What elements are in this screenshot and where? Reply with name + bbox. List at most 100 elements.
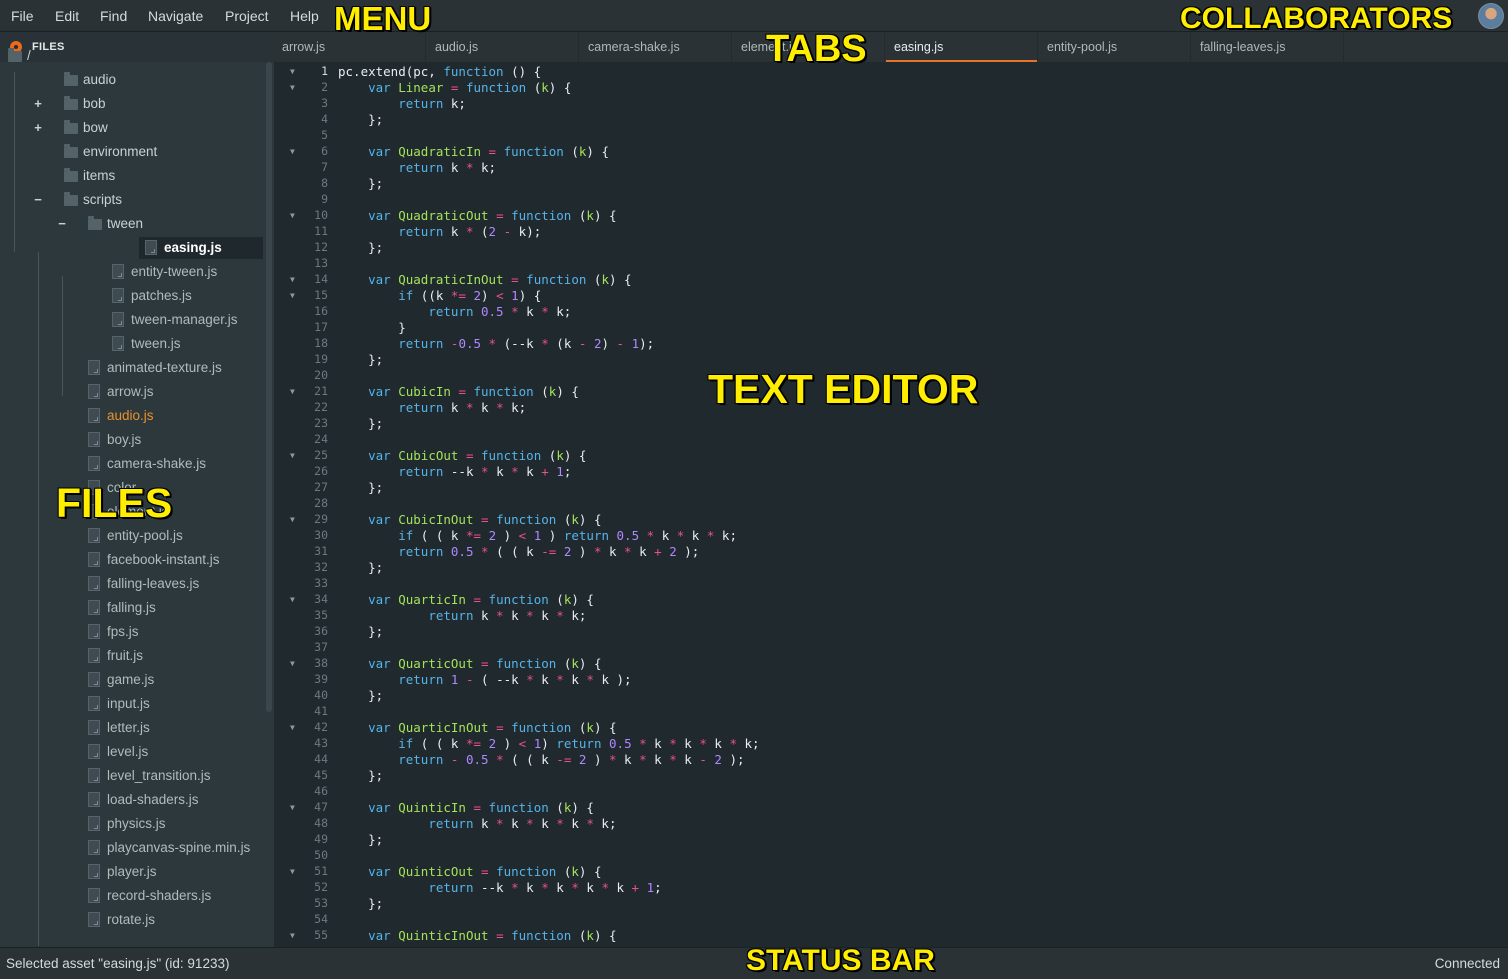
tree-item-label: camera-shake.js (107, 456, 207, 471)
fold-arrow-icon[interactable]: ▼ (290, 451, 295, 460)
fold-arrow-icon[interactable]: ▼ (290, 931, 295, 940)
folder-item[interactable]: + bow (0, 117, 270, 139)
line-number: 45 (314, 768, 328, 782)
file-item[interactable]: tween-manager.js (0, 309, 270, 331)
code-line: return 0.5 * ( ( k -= 2 ) * k * k + 2 ); (398, 544, 700, 559)
file-item[interactable]: easing.js (139, 237, 263, 259)
file-icon (88, 432, 100, 447)
fold-arrow-icon[interactable]: ▼ (290, 803, 295, 812)
line-number: 5 (321, 128, 328, 142)
file-item[interactable]: arrow.js (0, 381, 270, 403)
file-item[interactable]: entity-tween.js (0, 261, 270, 283)
folder-item[interactable]: − tween (0, 213, 270, 235)
code-line: return --k * k * k + 1; (398, 464, 572, 479)
menu-edit[interactable]: Edit (55, 8, 79, 24)
fold-arrow-icon[interactable]: ▼ (290, 275, 295, 284)
file-item[interactable]: camera-shake.js (0, 453, 270, 475)
code-line: } (338, 320, 406, 335)
fold-arrow-icon[interactable]: ▼ (290, 515, 295, 524)
fold-arrow-icon[interactable]: ▼ (290, 211, 295, 220)
file-item[interactable]: playcanvas-spine.min.js (0, 837, 270, 859)
file-icon (88, 552, 100, 567)
code-line: var QuinticIn = function (k) { (368, 800, 594, 815)
folder-icon (64, 72, 78, 86)
tab-easing[interactable]: easing.js (886, 32, 1038, 62)
tab-audio[interactable]: audio.js (427, 32, 579, 62)
line-number: 34 (314, 592, 328, 606)
menu-find[interactable]: Find (100, 8, 127, 24)
file-item[interactable]: audio.js (0, 405, 270, 427)
file-item[interactable]: input.js (0, 693, 270, 715)
collapse-icon[interactable]: − (56, 217, 68, 230)
fold-arrow-icon[interactable]: ▼ (290, 83, 295, 92)
folder-item[interactable]: audio (0, 69, 270, 91)
code-line: return - 0.5 * ( ( k -= 2 ) * k * k * k … (398, 752, 745, 767)
fold-arrow-icon[interactable]: ▼ (290, 147, 295, 156)
file-item[interactable]: letter.js (0, 717, 270, 739)
tab-entity-pool[interactable]: entity-pool.js (1039, 32, 1191, 62)
file-item[interactable]: physics.js (0, 813, 270, 835)
fold-arrow-icon[interactable]: ▼ (290, 867, 295, 876)
sidebar-scrollbar[interactable] (266, 62, 272, 712)
tab-camera-shake[interactable]: camera-shake.js (580, 32, 732, 62)
tree-item-label: record-shaders.js (107, 888, 212, 903)
file-item[interactable]: level.js (0, 741, 270, 763)
expand-icon[interactable]: + (32, 97, 44, 110)
fold-arrow-icon[interactable]: ▼ (290, 595, 295, 604)
menu-help[interactable]: Help (290, 8, 319, 24)
tree-item-label: environment (83, 144, 158, 159)
tree-item-label: bow (83, 120, 108, 135)
line-number: 50 (314, 848, 328, 862)
fold-arrow-icon[interactable]: ▼ (290, 67, 295, 76)
expand-icon[interactable]: + (32, 121, 44, 134)
connection-status: Connected (1434, 956, 1500, 971)
file-item[interactable]: player.js (0, 861, 270, 883)
fold-arrow-icon[interactable]: ▼ (290, 387, 295, 396)
line-number: 40 (314, 688, 328, 702)
text-editor[interactable]: 1 ▼ 2 ▼ 3 4 5 6 ▼ 7 8 9 10 ▼ 11 12 13 14 ▼ 15 ▼ 16 17 18 19 20 21 ▼… (274, 62, 1508, 947)
file-item[interactable]: patches.js (0, 285, 270, 307)
file-item[interactable]: record-shaders.js (0, 885, 270, 907)
file-item[interactable]: falling.js (0, 597, 270, 619)
tab-falling-leaves[interactable]: falling-leaves.js (1192, 32, 1344, 62)
file-item[interactable]: boy.js (0, 429, 270, 451)
tab-label: entity-pool.js (1047, 40, 1118, 54)
menu-project[interactable]: Project (225, 8, 269, 24)
line-number: 2 (321, 80, 328, 94)
folder-item[interactable]: items (0, 165, 270, 187)
file-item[interactable]: tween.js (0, 333, 270, 355)
file-item[interactable]: facebook-instant.js (0, 549, 270, 571)
menu-file[interactable]: File (11, 8, 34, 24)
folder-item[interactable]: environment (0, 141, 270, 163)
code-line: }; (338, 560, 384, 575)
file-item[interactable]: entity-pool.js (0, 525, 270, 547)
code-line: }; (338, 176, 384, 191)
file-item[interactable]: level_transition.js (0, 765, 270, 787)
file-item[interactable]: load-shaders.js (0, 789, 270, 811)
file-item[interactable]: falling-leaves.js (0, 573, 270, 595)
line-number: 22 (314, 400, 328, 414)
code-line: if ( ( k *= 2 ) < 1) return 0.5 * k * k … (398, 736, 760, 751)
folder-item[interactable]: + bob (0, 93, 270, 115)
collapse-icon[interactable]: − (32, 193, 44, 206)
file-item[interactable]: game.js (0, 669, 270, 691)
folder-item[interactable]: − scripts (0, 189, 270, 211)
line-number: 23 (314, 416, 328, 430)
fold-arrow-icon[interactable]: ▼ (290, 659, 295, 668)
file-icon (88, 672, 100, 687)
menu-navigate[interactable]: Navigate (148, 8, 203, 24)
tree-item-label: level_transition.js (107, 768, 211, 783)
folder-item[interactable]: / (0, 45, 270, 67)
tree-guide-line (14, 72, 15, 252)
fold-arrow-icon[interactable]: ▼ (290, 291, 295, 300)
file-icon (88, 912, 100, 927)
fold-arrow-icon[interactable]: ▼ (290, 723, 295, 732)
code-line: return --k * k * k * k * k + 1; (428, 880, 662, 895)
code-line: var Linear = function (k) { (368, 80, 572, 95)
line-number: 24 (314, 432, 328, 446)
collaborator-avatar[interactable] (1478, 3, 1504, 29)
file-item[interactable]: animated-texture.js (0, 357, 270, 379)
file-item[interactable]: fruit.js (0, 645, 270, 667)
file-item[interactable]: rotate.js (0, 909, 270, 931)
file-item[interactable]: fps.js (0, 621, 270, 643)
